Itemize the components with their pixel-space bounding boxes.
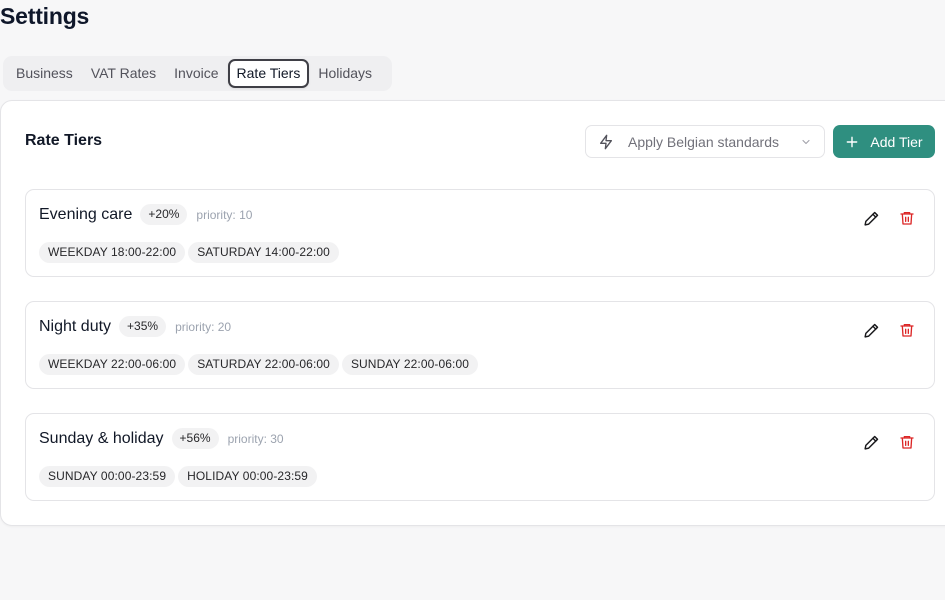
delete-tier-button[interactable] xyxy=(897,208,917,228)
tier-surcharge-badge: +35% xyxy=(119,316,167,337)
tier-priority: priority: 10 xyxy=(196,207,253,222)
rate-tiers-panel: Rate Tiers Apply Belgian standards Add T… xyxy=(0,100,945,526)
time-window-chip: HOLIDAY 00:00-23:59 xyxy=(178,466,317,487)
time-window-chip: SUNDAY 00:00-23:59 xyxy=(39,466,176,487)
settings-tabs: Business VAT Rates Invoice Rate Tiers Ho… xyxy=(3,56,392,91)
page-title: Settings xyxy=(0,3,90,29)
tab-business[interactable]: Business xyxy=(7,59,82,88)
tab-invoice[interactable]: Invoice xyxy=(165,59,227,88)
plus-icon xyxy=(847,136,858,147)
pencil-icon xyxy=(863,435,878,450)
time-window-chip: WEEKDAY 18:00-22:00 xyxy=(39,242,186,263)
time-window-chip: SUNDAY 22:00-06:00 xyxy=(341,354,479,375)
tier-list: Evening care +20% priority: 10 WEEKDAY 1… xyxy=(25,189,935,525)
time-window-chip: SATURDAY 14:00-22:00 xyxy=(188,242,339,263)
tab-rate-tiers[interactable]: Rate Tiers xyxy=(227,59,310,88)
tier-priority: priority: 30 xyxy=(227,431,284,446)
edit-tier-button[interactable] xyxy=(861,208,881,228)
trash-icon xyxy=(900,436,914,449)
apply-standards-select[interactable]: Apply Belgian standards xyxy=(585,125,825,158)
tier-name: Sunday & holiday xyxy=(39,429,164,447)
tier-card: Sunday & holiday +56% priority: 30 SUNDA… xyxy=(25,413,935,501)
pencil-icon xyxy=(863,211,878,226)
time-window-chip: SATURDAY 22:00-06:00 xyxy=(188,354,339,375)
tier-windows: WEEKDAY 22:00-06:00 SATURDAY 22:00-06:00… xyxy=(39,354,479,375)
tier-priority: priority: 20 xyxy=(175,319,232,334)
trash-icon xyxy=(900,212,914,225)
tier-surcharge-badge: +56% xyxy=(171,428,219,449)
delete-tier-button[interactable] xyxy=(897,320,917,340)
tier-windows: WEEKDAY 18:00-22:00 SATURDAY 14:00-22:00 xyxy=(39,242,339,263)
edit-tier-button[interactable] xyxy=(861,320,881,340)
tab-vat-rates[interactable]: VAT Rates xyxy=(82,59,165,88)
trash-icon xyxy=(900,324,914,337)
apply-standards-label: Apply Belgian standards xyxy=(628,133,779,150)
add-tier-label: Add Tier xyxy=(870,133,923,150)
delete-tier-button[interactable] xyxy=(897,432,917,452)
tier-name: Night duty xyxy=(39,317,112,335)
tier-card: Night duty +35% priority: 20 WEEKDAY 22:… xyxy=(25,301,935,389)
tier-card: Evening care +20% priority: 10 WEEKDAY 1… xyxy=(25,189,935,277)
add-tier-button[interactable]: Add Tier xyxy=(833,125,935,158)
bolt-icon xyxy=(600,134,612,149)
panel-title: Rate Tiers xyxy=(25,132,103,149)
pencil-icon xyxy=(863,323,878,338)
tier-surcharge-badge: +20% xyxy=(140,204,188,225)
edit-tier-button[interactable] xyxy=(861,432,881,452)
tab-holidays[interactable]: Holidays xyxy=(309,59,381,88)
tier-windows: SUNDAY 00:00-23:59 HOLIDAY 00:00-23:59 xyxy=(39,466,317,487)
time-window-chip: WEEKDAY 22:00-06:00 xyxy=(39,354,186,375)
chevron-down-icon xyxy=(802,139,810,144)
tier-name: Evening care xyxy=(39,205,133,223)
